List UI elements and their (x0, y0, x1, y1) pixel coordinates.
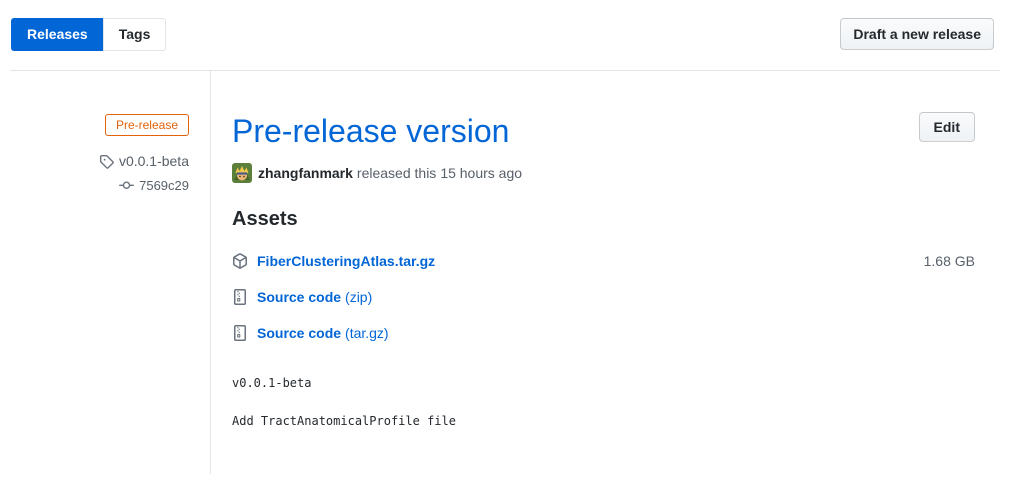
released-time: 15 hours ago (440, 165, 523, 182)
released-text: released this (356, 165, 437, 182)
prerelease-badge: Pre-release (104, 114, 189, 136)
asset-size: 1.68 GB (923, 253, 975, 270)
tab-tags[interactable]: Tags (102, 18, 167, 51)
release-title: Pre-release version (232, 112, 509, 150)
assets-list: FiberClusteringAtlas.tar.gz 1.68 GB Sour… (232, 243, 975, 351)
release-body: v0.0.1-beta Add TractAnatomicalProfile f… (232, 375, 975, 430)
commit-sha[interactable]: 7569c29 (139, 178, 189, 193)
avatar[interactable] (232, 163, 252, 184)
assets-heading: Assets (232, 208, 298, 231)
tag-row: v0.0.1-beta (0, 153, 189, 169)
tab-releases[interactable]: Releases (11, 18, 103, 51)
commit-icon (119, 178, 135, 193)
asset-link-source-zip[interactable]: Source code (257, 289, 341, 305)
asset-row: FiberClusteringAtlas.tar.gz 1.68 GB (232, 243, 975, 279)
release-main: Pre-release version Edit zhangfanmark re… (211, 71, 1011, 474)
asset-row: Source code (zip) (232, 279, 975, 315)
tag-name: v0.0.1-beta (118, 153, 189, 169)
release-body-line: Add TractAnatomicalProfile file (232, 414, 456, 429)
asset-row: Source code (tar.gz) (232, 315, 975, 351)
file-zip-icon (232, 289, 248, 306)
file-zip-icon (232, 325, 248, 342)
asset-link-suffix[interactable]: (zip) (345, 289, 372, 305)
draft-new-release-button[interactable]: Draft a new release (840, 18, 994, 50)
edit-button[interactable]: Edit (918, 112, 975, 142)
release-body-line: v0.0.1-beta (232, 376, 312, 391)
package-icon (232, 253, 248, 270)
release-meta: zhangfanmark released this 15 hours ago (232, 163, 975, 184)
release-title-link[interactable]: Pre-release version (232, 113, 509, 149)
asset-link-source-targz[interactable]: Source code (257, 325, 341, 341)
commit-row: 7569c29 (0, 178, 189, 193)
title-row: Pre-release version Edit (232, 112, 975, 150)
releases-tags-switcher: Releases Tags (11, 18, 167, 51)
release-content: Pre-release v0.0.1-beta 7569c29 Pre-rele… (0, 71, 1011, 474)
author-link[interactable]: zhangfanmark (258, 163, 353, 183)
asset-link-atlas[interactable]: FiberClusteringAtlas.tar.gz (257, 253, 435, 269)
release-sidebar: Pre-release v0.0.1-beta 7569c29 (0, 71, 211, 474)
tag-icon (99, 154, 114, 169)
asset-link-suffix[interactable]: (tar.gz) (345, 325, 389, 341)
topbar: Releases Tags Draft a new release (0, 0, 1011, 51)
